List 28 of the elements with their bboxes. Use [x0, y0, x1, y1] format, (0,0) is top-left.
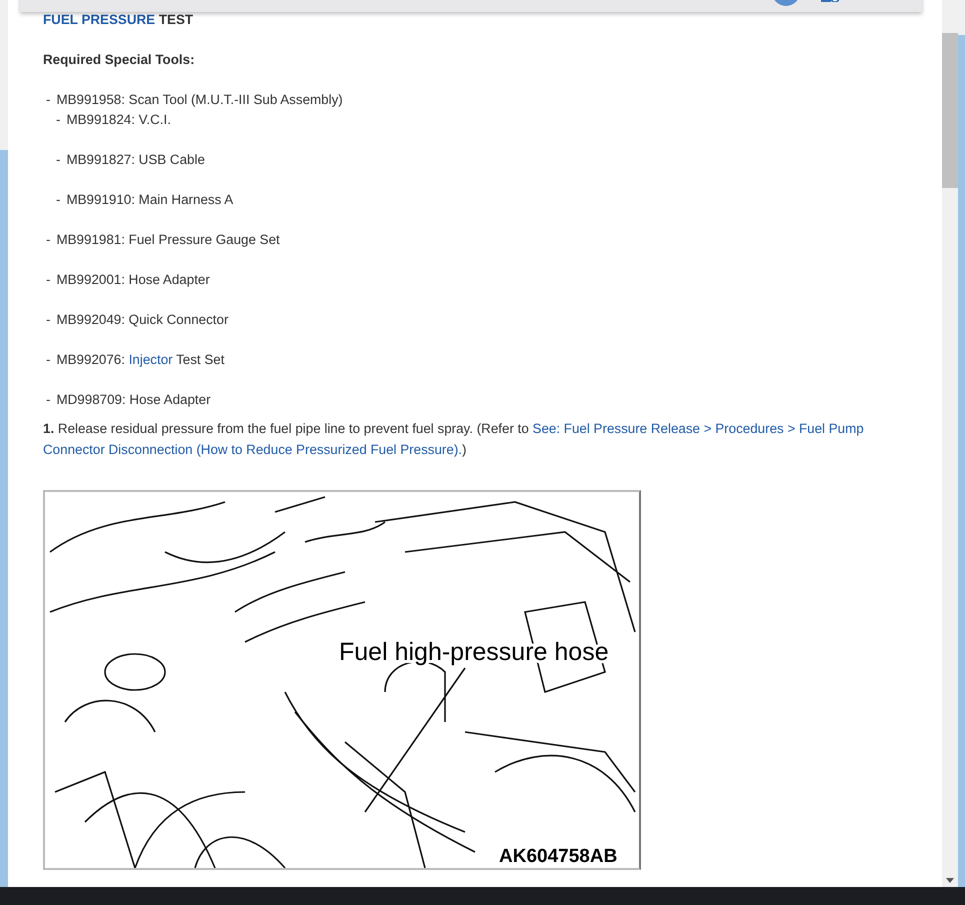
list-bullet: -	[46, 392, 50, 408]
tool-item: MB991910: Main Harness A	[66, 192, 234, 208]
section-title: FUEL PRESSURE TEST	[43, 11, 194, 29]
tools-heading: Required Special Tools:	[43, 51, 196, 70]
list-bullet: -	[46, 232, 50, 248]
list-bullet: -	[46, 352, 50, 368]
tool-item: MB992001: Hose Adapter	[56, 272, 210, 288]
figure-code: AK604758AB	[499, 846, 618, 868]
tool-item: MB991958: Scan Tool (M.U.T.-III Sub Assembly)	[56, 92, 343, 108]
scrollbar-thumb[interactable]	[942, 33, 958, 188]
scroll-down-arrow-icon[interactable]	[946, 878, 954, 883]
tool-item: MB992076: Injector Test Set	[56, 352, 224, 368]
list-bullet: -	[46, 312, 50, 328]
list-bullet: -	[56, 112, 60, 128]
tool-item: MB991827: USB Cable	[66, 152, 205, 168]
list-bullet: -	[56, 192, 60, 208]
tool-item: MB992049: Quick Connector	[56, 312, 228, 328]
list-bullet: -	[56, 152, 60, 168]
tool-item: MB991824: V.C.I.	[66, 112, 171, 128]
tool-item: MB991981: Fuel Pressure Gauge Set	[56, 232, 280, 248]
scrollbar-track[interactable]	[942, 0, 958, 887]
link[interactable]: Injector	[128, 352, 173, 368]
list-bullet: -	[46, 272, 50, 288]
link[interactable]: Connector Disconnection (How to Reduce Pressurized Fuel Pressure).	[43, 442, 462, 458]
list-bullet: -	[46, 92, 50, 108]
link[interactable]: See: Fuel Pressure Release > Procedures > Fuel Pump	[532, 421, 864, 436]
step-text: 1. Release residual pressure from the fuel pipe line to prevent fuel spray. (Refer to See: Fuel Pressure Release > Procedures > Fuel Pump Connector Disconnection (How to Reduce Pressurized Fuel Pressure).)	[43, 420, 865, 460]
tool-item: MD998709: Hose Adapter	[56, 392, 211, 408]
